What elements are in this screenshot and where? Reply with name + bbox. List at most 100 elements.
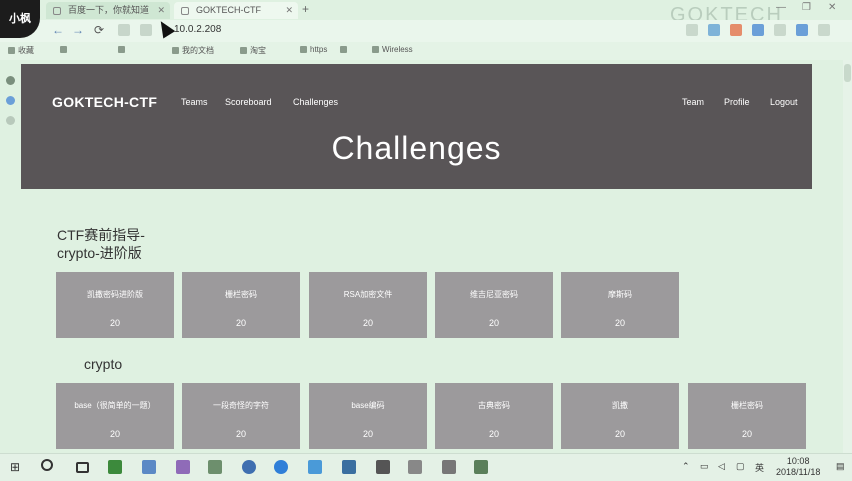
challenge-card[interactable]: base编码 20 bbox=[309, 383, 427, 449]
challenge-name: base编码 bbox=[351, 401, 385, 410]
challenge-points: 20 bbox=[109, 429, 120, 439]
app-icon[interactable] bbox=[342, 460, 356, 474]
action-center-icon[interactable]: ▤ bbox=[836, 461, 845, 472]
input-method-indicator[interactable]: 英 bbox=[755, 461, 764, 474]
browser-sidebar bbox=[0, 60, 20, 453]
browser-app-icon[interactable] bbox=[242, 460, 256, 474]
settings-icon[interactable] bbox=[6, 116, 15, 125]
challenge-name: base（很简单的一题） bbox=[74, 401, 156, 410]
tab-label: GOKTECH-CTF bbox=[196, 5, 261, 15]
nav-team[interactable]: Team bbox=[682, 97, 704, 107]
browser-tab-goktech[interactable]: GOKTECH-CTF ✕ bbox=[174, 2, 298, 19]
app-icon[interactable] bbox=[108, 460, 122, 474]
volume-icon[interactable]: ◁ bbox=[718, 461, 725, 472]
category-title-line: CTF赛前指导- bbox=[57, 227, 145, 243]
minimize-button[interactable]: — bbox=[776, 2, 786, 13]
system-clock[interactable]: 10:08 2018/11/18 bbox=[776, 456, 820, 478]
site-header: GOKTECH-CTF Teams Scoreboard Challenges … bbox=[21, 64, 812, 189]
challenge-card[interactable]: 古典密码 20 bbox=[435, 383, 553, 449]
challenge-card[interactable]: RSA加密文件 20 bbox=[309, 272, 427, 338]
bookmark-item[interactable]: https bbox=[300, 45, 327, 54]
challenge-name: 摩斯码 bbox=[608, 290, 632, 299]
bookmark-item[interactable]: 淘宝 bbox=[240, 45, 266, 56]
windows-start-icon[interactable]: ⊞ bbox=[10, 460, 20, 474]
notification-tray-icon[interactable]: ▢ bbox=[736, 461, 745, 472]
challenge-card[interactable]: 维吉尼亚密码 20 bbox=[435, 272, 553, 338]
clock-time: 10:08 bbox=[786, 456, 810, 466]
close-icon[interactable]: ✕ bbox=[157, 2, 165, 19]
challenge-name: 栅栏密码 bbox=[731, 401, 763, 410]
shield-icon[interactable] bbox=[686, 24, 698, 36]
forward-icon[interactable]: → bbox=[72, 23, 84, 37]
challenge-name: 栅栏密码 bbox=[225, 290, 257, 299]
app-icon[interactable] bbox=[208, 460, 222, 474]
app-icon[interactable] bbox=[142, 460, 156, 474]
challenge-card[interactable]: base（很简单的一题） 20 bbox=[56, 383, 174, 449]
category-title-line: crypto-进阶版 bbox=[57, 245, 142, 261]
challenge-card[interactable]: 凯撒密码进阶版 20 bbox=[56, 272, 174, 338]
task-view-icon[interactable] bbox=[76, 462, 89, 473]
nav-challenges[interactable]: Challenges bbox=[293, 97, 338, 107]
app-icon[interactable] bbox=[474, 460, 488, 474]
app-icon[interactable] bbox=[408, 460, 422, 474]
category-title: CTF赛前指导- crypto-进阶版 bbox=[57, 226, 145, 262]
active-browser-icon[interactable] bbox=[274, 460, 288, 474]
maximize-button[interactable]: ❐ bbox=[802, 2, 811, 13]
challenge-points: 20 bbox=[614, 318, 625, 328]
page-scrollbar[interactable] bbox=[843, 60, 852, 453]
bookmark-item[interactable] bbox=[340, 45, 350, 54]
challenge-points: 20 bbox=[362, 429, 373, 439]
search-icon[interactable] bbox=[41, 459, 53, 471]
challenge-card[interactable]: 摩斯码 20 bbox=[561, 272, 679, 338]
challenge-name: 古典密码 bbox=[478, 401, 510, 410]
challenge-points: 20 bbox=[362, 318, 373, 328]
app-icon[interactable] bbox=[442, 460, 456, 474]
sync-icon[interactable] bbox=[752, 24, 764, 36]
clock-date: 2018/11/18 bbox=[776, 467, 821, 477]
challenge-card[interactable]: 凯撒 20 bbox=[561, 383, 679, 449]
download-icon[interactable] bbox=[708, 24, 720, 36]
site-brand[interactable]: GOKTECH-CTF bbox=[52, 94, 157, 110]
challenge-points: 20 bbox=[614, 429, 625, 439]
home-icon[interactable] bbox=[118, 24, 130, 36]
new-tab-button[interactable]: + bbox=[302, 2, 309, 16]
menu-icon[interactable] bbox=[774, 24, 786, 36]
back-icon[interactable]: ← bbox=[52, 23, 64, 37]
scrollbar-thumb[interactable] bbox=[844, 64, 851, 82]
more-icon[interactable] bbox=[818, 24, 830, 36]
tab-favicon-icon bbox=[181, 7, 189, 15]
app-icon[interactable] bbox=[376, 460, 390, 474]
challenge-card[interactable]: 栅栏密码 20 bbox=[688, 383, 806, 449]
close-window-button[interactable]: ✕ bbox=[828, 2, 836, 13]
reload-icon[interactable]: ⟳ bbox=[94, 23, 104, 37]
nav-scoreboard[interactable]: Scoreboard bbox=[225, 97, 272, 107]
category-title: crypto bbox=[84, 355, 122, 373]
bookmark-item[interactable]: 收藏 bbox=[8, 45, 34, 56]
extension-icon[interactable] bbox=[730, 24, 742, 36]
close-icon[interactable]: ✕ bbox=[285, 2, 293, 19]
browser-tab-baidu[interactable]: 百度一下，你就知道 ✕ bbox=[46, 2, 170, 19]
tab-favicon-icon bbox=[53, 7, 61, 15]
bookmark-item[interactable]: 我的文档 bbox=[172, 45, 214, 56]
account-icon[interactable] bbox=[796, 24, 808, 36]
challenge-card[interactable]: 一段奇怪的字符 20 bbox=[182, 383, 300, 449]
url-input[interactable]: 10.0.2.208 bbox=[174, 24, 221, 35]
bookmark-item[interactable] bbox=[60, 45, 70, 54]
tray-chevron-icon[interactable]: ⌃ bbox=[682, 461, 690, 472]
favorites-icon[interactable] bbox=[6, 76, 15, 85]
page-title: Challenges bbox=[331, 130, 502, 166]
bookmark-item[interactable] bbox=[118, 45, 128, 54]
nav-teams[interactable]: Teams bbox=[181, 97, 208, 107]
nav-logout[interactable]: Logout bbox=[770, 97, 798, 107]
bookmark-star-icon[interactable] bbox=[140, 24, 152, 36]
challenge-name: 凯撒密码进阶版 bbox=[87, 290, 143, 299]
history-icon[interactable] bbox=[6, 96, 15, 105]
app-icon[interactable] bbox=[308, 460, 322, 474]
bookmark-item[interactable]: Wireless bbox=[372, 45, 413, 54]
nav-profile[interactable]: Profile bbox=[724, 97, 750, 107]
address-bar: ← → ⟳ 10.0.2.208 bbox=[0, 20, 852, 42]
network-icon[interactable]: ▭ bbox=[700, 461, 709, 472]
bookmarks-bar: 收藏 我的文档 淘宝 https Wireless bbox=[0, 42, 852, 60]
challenge-card[interactable]: 栅栏密码 20 bbox=[182, 272, 300, 338]
app-icon[interactable] bbox=[176, 460, 190, 474]
